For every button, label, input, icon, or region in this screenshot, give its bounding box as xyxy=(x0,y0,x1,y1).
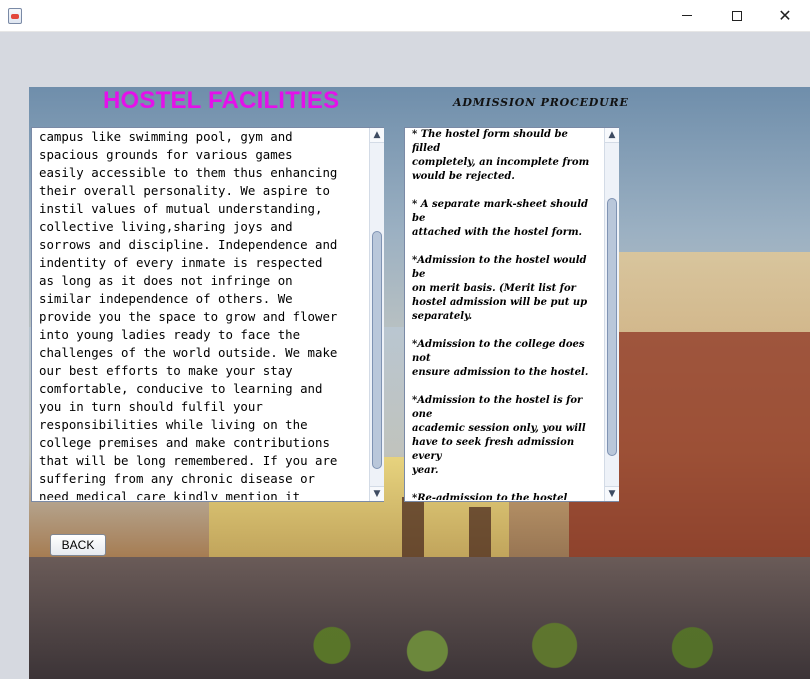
back-button[interactable]: BACK xyxy=(50,534,106,556)
hostel-facilities-text: campus like swimming pool, gym and spaci… xyxy=(39,129,338,500)
arrow-down-icon: ▼ xyxy=(373,489,381,499)
scroll-up-button[interactable]: ▲ xyxy=(370,128,384,143)
scroll-up-button[interactable]: ▲ xyxy=(605,128,619,143)
scroll-thumb[interactable] xyxy=(607,198,617,456)
window-content: HOSTEL FACILITIES ADMISSION PROCEDURE ca… xyxy=(0,32,810,679)
window-titlebar: ✕ xyxy=(0,0,810,32)
admission-procedure-scrollbar[interactable]: ▲ ▼ xyxy=(604,128,619,501)
admission-procedure-textarea[interactable]: * The hostel form should be filled compl… xyxy=(404,127,619,502)
hostel-facilities-textarea[interactable]: campus like swimming pool, gym and spaci… xyxy=(31,127,384,502)
hostel-facilities-heading: HOSTEL FACILITIES xyxy=(103,87,340,114)
maximize-button[interactable] xyxy=(714,0,760,31)
minimize-button[interactable] xyxy=(664,0,710,31)
background-trees xyxy=(279,567,809,679)
scroll-down-button[interactable]: ▼ xyxy=(370,486,384,501)
scroll-down-button[interactable]: ▼ xyxy=(605,486,619,501)
maximize-icon xyxy=(732,10,742,21)
arrow-down-icon: ▼ xyxy=(608,489,616,499)
close-button[interactable]: ✕ xyxy=(762,0,808,31)
arrow-up-icon: ▲ xyxy=(608,130,616,140)
admission-procedure-text: * The hostel form should be filled compl… xyxy=(412,129,590,500)
java-app-icon xyxy=(8,8,22,24)
admission-procedure-heading: ADMISSION PROCEDURE xyxy=(453,96,629,109)
scroll-thumb[interactable] xyxy=(372,231,382,469)
close-icon: ✕ xyxy=(778,5,792,25)
hostel-facilities-scrollbar[interactable]: ▲ ▼ xyxy=(369,128,384,501)
arrow-up-icon: ▲ xyxy=(373,130,381,140)
minimize-icon xyxy=(682,15,692,16)
